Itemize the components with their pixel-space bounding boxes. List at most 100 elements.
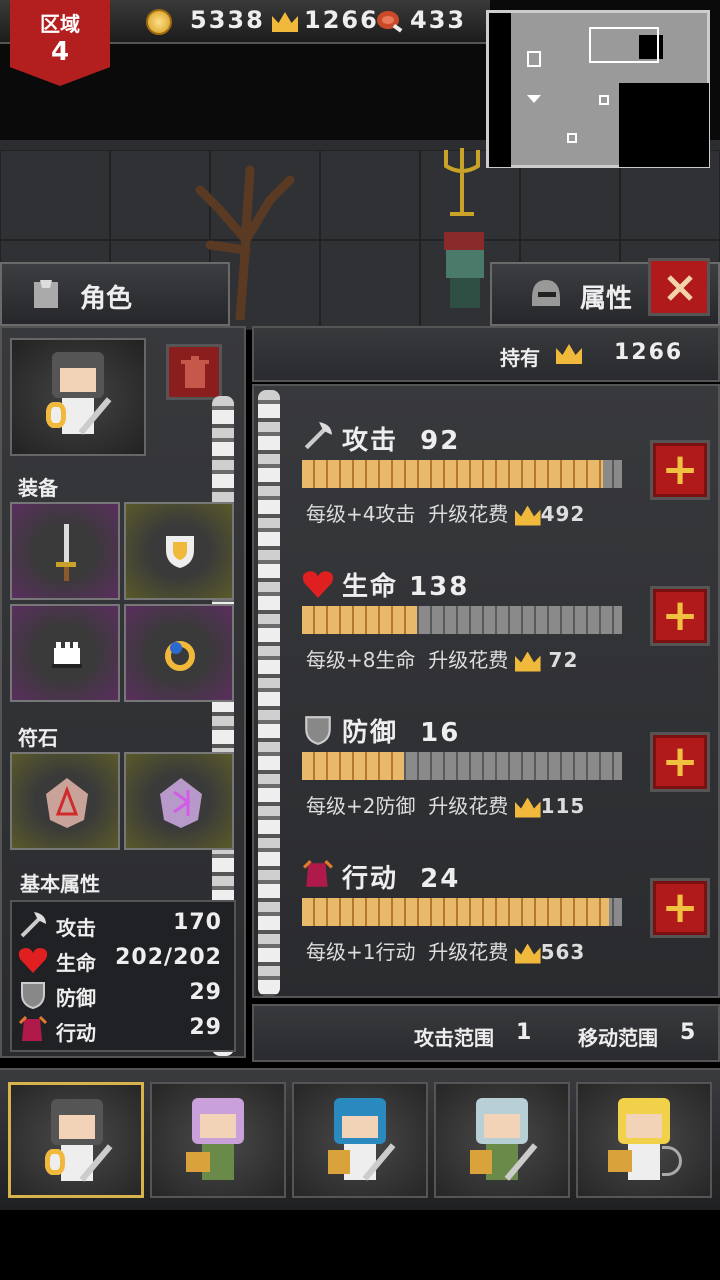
attr-value: 138 [409, 572, 470, 602]
tab-attributes-label: 属性 [580, 284, 633, 314]
attr-name: 行动 [342, 864, 399, 894]
crown-icon [272, 12, 298, 32]
shield-icon [166, 536, 194, 568]
close-button[interactable] [648, 258, 710, 316]
upgrade-health-button[interactable]: + [650, 586, 710, 646]
runes-label: 符石 [18, 726, 58, 750]
hero-slot-5[interactable] [576, 1082, 712, 1198]
move-range-value: 5 [680, 1020, 696, 1045]
move-range-label: 移动范围 [578, 1026, 658, 1050]
attr-row-health: 生命 138 每级+8生命 升级花费 72 [302, 566, 632, 696]
basic-attr-value: 202/202 [115, 945, 222, 970]
attr-desc: 每级+4攻击 升级花费 492 [306, 498, 585, 527]
crown-icon [514, 505, 541, 526]
attr-cost: 115 [540, 794, 586, 818]
attr-name-value: 攻击 92 [342, 420, 460, 457]
upgrade-attack-button[interactable]: + [650, 440, 710, 500]
hero-slot-1[interactable] [8, 1082, 144, 1198]
minimap[interactable] [486, 10, 710, 168]
shield-icon [21, 982, 45, 1010]
basic-attr-label: 行动 [56, 1021, 96, 1045]
attr-progress-bar [302, 460, 622, 488]
attr-row-action: 行动 24 每级+1行动 升级花费 563 [302, 858, 632, 988]
ring-icon [165, 641, 195, 671]
basic-attr-value: 170 [173, 910, 222, 935]
trash-icon [181, 356, 209, 388]
zone-label: 区域 [40, 12, 80, 36]
boot-icon [303, 860, 333, 887]
heart-icon [18, 948, 48, 973]
attr-progress-fill [302, 460, 603, 488]
attr-progress-fill [302, 752, 405, 780]
basic-attr-label: 防御 [56, 986, 96, 1010]
attr-value: 16 [420, 718, 461, 748]
basic-attr-attack: 攻击 170 [18, 910, 228, 942]
boot-icon [18, 1015, 48, 1041]
attr-desc: 每级+8生命 升级花费 72 [306, 644, 578, 673]
owned-label: 持有 [500, 346, 540, 370]
attr-progress-fill [302, 606, 418, 634]
attr-per-level: 每级+8生命 [306, 648, 416, 672]
basic-attrs-label: 基本属性 [20, 872, 100, 896]
owned-value: 1266 [614, 340, 684, 365]
basic-attr-label: 攻击 [56, 916, 96, 940]
equip-slot-weapon[interactable] [10, 502, 120, 600]
upgrade-defense-button[interactable]: + [650, 732, 710, 792]
enemy-sprite[interactable] [440, 232, 490, 314]
attack-range-value: 1 [516, 1020, 532, 1045]
equipment-label: 装备 [18, 476, 58, 500]
sword-icon [56, 524, 76, 581]
attr-row-attack: 攻击 92 每级+4攻击 升级花费 492 [302, 420, 632, 550]
rune-slot-1[interactable] [10, 752, 120, 850]
crown-icon [556, 344, 582, 364]
crown-icon [514, 943, 541, 964]
hero-slot-2[interactable] [150, 1082, 286, 1198]
attr-cost-label: 升级花费 [428, 648, 509, 672]
character-portrait[interactable] [10, 338, 146, 456]
purple-rune-icon [160, 778, 202, 828]
armor-icon [34, 280, 58, 308]
upgrade-action-button[interactable]: + [650, 878, 710, 938]
delete-button[interactable] [166, 344, 222, 400]
equip-slot-shield[interactable] [124, 502, 234, 600]
basic-attr-health: 生命 202/202 [18, 945, 228, 977]
crown-icon [514, 797, 541, 818]
attr-progress-bar [302, 752, 622, 780]
attr-cost: 563 [540, 940, 586, 964]
crown-icon [514, 651, 541, 672]
crown-count: 1266 [304, 6, 379, 34]
attack-range-label: 攻击范围 [414, 1026, 494, 1050]
attr-progress-bar [302, 898, 622, 926]
close-icon [667, 275, 693, 301]
attr-per-level: 每级+1行动 [306, 940, 416, 964]
armor-icon [52, 642, 82, 668]
meat-icon [376, 8, 406, 40]
hero-slot-4[interactable] [434, 1082, 570, 1198]
attr-progress-fill [302, 898, 610, 926]
food-count: 433 [410, 6, 467, 34]
hero-slot-3[interactable] [292, 1082, 428, 1198]
attr-cost: 72 [540, 648, 579, 672]
basic-attr-value: 29 [189, 980, 222, 1005]
equip-slot-armor[interactable] [10, 604, 120, 702]
attr-name: 防御 [342, 718, 399, 748]
tab-character[interactable]: 角色 [0, 262, 230, 326]
range-row: 攻击范围 1 移动范围 5 [252, 1004, 720, 1062]
helmet-icon [532, 280, 560, 306]
axe-icon [304, 422, 332, 450]
attr-row-defense: 防御 16 每级+2防御 升级花费 115 [302, 712, 632, 842]
attr-cost-label: 升级花费 [428, 940, 509, 964]
basic-attr-label: 生命 [56, 951, 96, 975]
tab-character-label: 角色 [80, 284, 133, 314]
attr-progress-bar [302, 606, 622, 634]
attr-cost-label: 升级花费 [428, 794, 509, 818]
right-chain [258, 390, 280, 996]
equip-slot-ring[interactable] [124, 604, 234, 702]
shield-icon [305, 716, 331, 745]
rune-slot-2[interactable] [124, 752, 234, 850]
attr-name: 生命 [342, 572, 399, 602]
attr-cost: 492 [540, 502, 586, 526]
attr-desc: 每级+2防御 升级花费 115 [306, 790, 585, 819]
attr-desc: 每级+1行动 升级花费 563 [306, 936, 585, 965]
attr-per-level: 每级+4攻击 [306, 502, 416, 526]
